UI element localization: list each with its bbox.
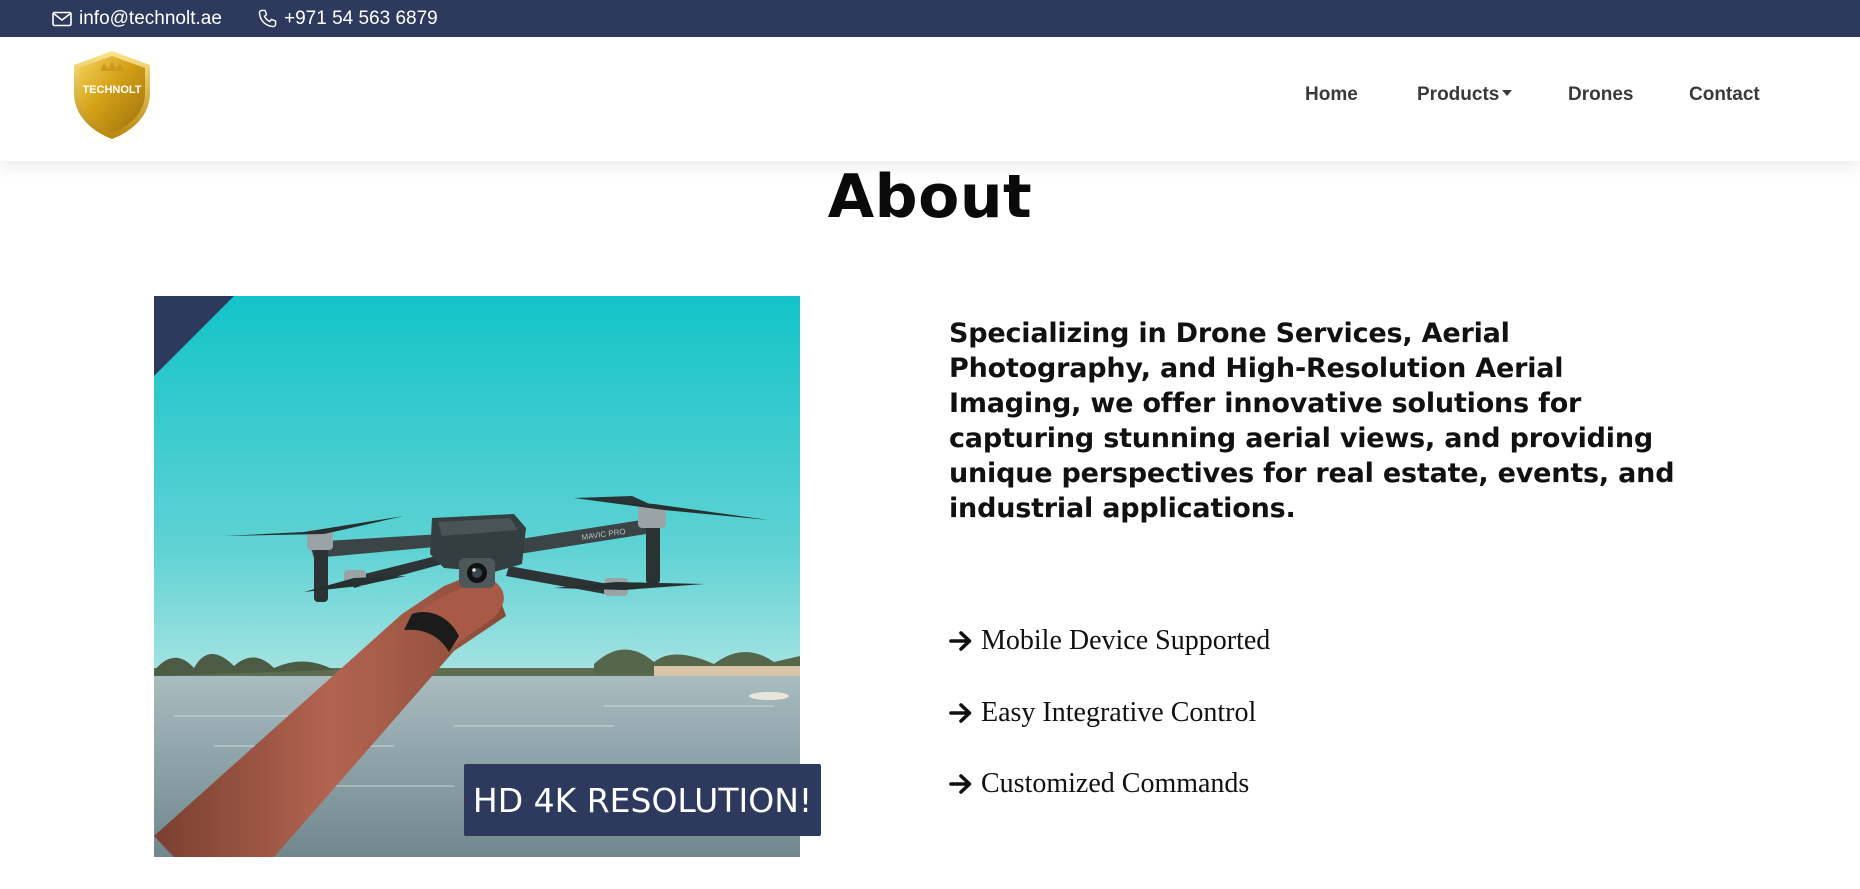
nav-products-label: Products — [1417, 84, 1500, 105]
arrow-right-icon — [949, 703, 972, 723]
feature-item: Customized Commands — [949, 768, 1249, 800]
nav-drones[interactable]: Drones — [1568, 84, 1633, 106]
envelope-icon — [52, 11, 72, 26]
nav-products[interactable]: Products — [1417, 84, 1513, 106]
phone-icon — [258, 9, 277, 28]
corner-accent — [154, 296, 234, 376]
email-text: info@technolt.ae — [79, 7, 222, 29]
feature-item: Easy Integrative Control — [949, 697, 1256, 729]
arrow-right-icon — [949, 774, 972, 794]
hd-resolution-badge: HD 4K RESOLUTION! — [464, 764, 821, 836]
nav-contact[interactable]: Contact — [1689, 84, 1760, 106]
about-description: Specializing in Drone Services, Aerial P… — [949, 318, 1675, 524]
top-contact-bar: info@technolt.ae +971 54 563 6879 — [0, 0, 1860, 37]
phone-contact[interactable]: +971 54 563 6879 — [258, 0, 438, 37]
email-contact[interactable]: info@technolt.ae — [52, 0, 222, 37]
technolt-logo[interactable]: TECHNOLT — [70, 49, 154, 141]
feature-label: Customized Commands — [981, 768, 1250, 799]
caret-down-icon — [1502, 90, 1513, 96]
phone-text: +971 54 563 6879 — [284, 7, 438, 29]
svg-text:TECHNOLT: TECHNOLT — [82, 84, 141, 96]
feature-label: Easy Integrative Control — [981, 697, 1257, 728]
nav-home[interactable]: Home — [1305, 84, 1358, 106]
about-title: About — [827, 162, 1033, 232]
main-navbar: TECHNOLT Home Products Drones Contact — [0, 37, 1860, 161]
arrow-right-icon — [949, 631, 972, 651]
feature-label: Mobile Device Supported — [981, 625, 1271, 656]
feature-item: Mobile Device Supported — [949, 625, 1270, 657]
